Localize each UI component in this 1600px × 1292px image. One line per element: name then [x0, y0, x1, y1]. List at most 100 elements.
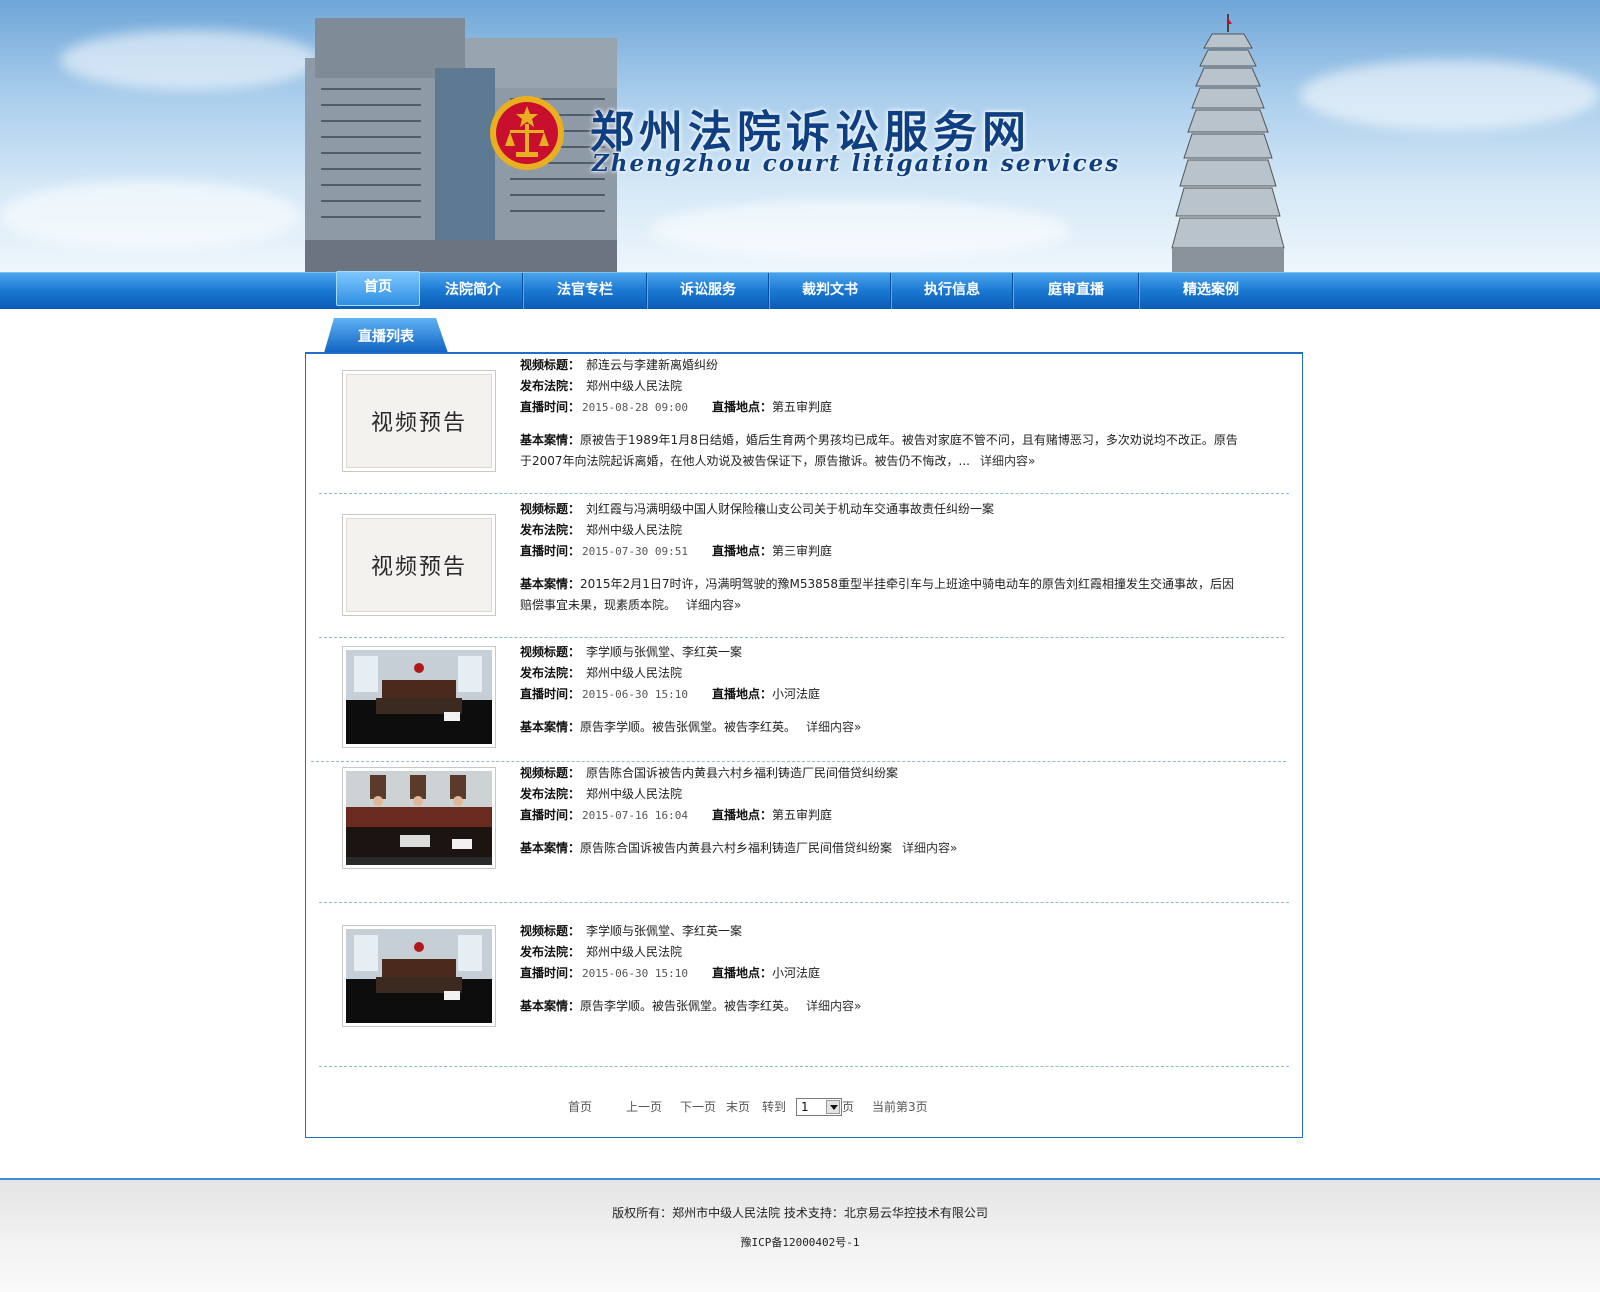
video-preview-placeholder: 视频预告 — [346, 374, 492, 468]
video-thumbnail[interactable]: 视频预告 — [342, 514, 496, 616]
footer-icp[interactable]: 豫ICP备12000402号-1 — [0, 1234, 1600, 1250]
video-thumbnail[interactable] — [342, 767, 496, 869]
page-select-value: 1 — [801, 1100, 809, 1114]
site-subtitle: Zhengzhou court litigation services — [592, 150, 1121, 177]
court-name: 郑州中级人民法院 — [586, 945, 683, 959]
summary-label: 基本案情： — [520, 999, 581, 1013]
court-label: 发布法院： — [520, 787, 581, 801]
court-building-image — [305, 18, 617, 272]
pager-goto-label: 转到 — [762, 1100, 787, 1114]
time-label: 直播时间： — [520, 544, 581, 558]
divider — [311, 761, 1286, 762]
pager-first[interactable]: 首页 — [568, 1096, 592, 1118]
courtroom-video-frame — [346, 771, 492, 865]
summary-label: 基本案情： — [520, 577, 581, 591]
court-label: 发布法院： — [520, 379, 581, 393]
live-location: 第五审判庭 — [772, 808, 833, 822]
time-label: 直播时间： — [520, 808, 581, 822]
live-list-panel: 视频预告 视频标题： 郝连云与李建新离婚纠纷 发布法院： 郑州中级人民法院 直播时间… — [305, 352, 1303, 1138]
divider — [319, 902, 1289, 903]
video-title[interactable]: 李学顺与张佩堂、李红英一案 — [586, 924, 742, 938]
video-thumbnail[interactable]: 视频预告 — [342, 370, 496, 472]
summary-label: 基本案情： — [520, 720, 581, 734]
court-label: 发布法院： — [520, 523, 581, 537]
video-title[interactable]: 原告陈合国诉被告内黄县六村乡福利铸造厂民间借贷纠纷案 — [586, 766, 898, 780]
summary-label: 基本案情： — [520, 841, 581, 855]
nav-item-judgments[interactable]: 裁判文书 — [770, 273, 891, 309]
video-title[interactable]: 李学顺与张佩堂、李红英一案 — [586, 645, 742, 659]
title-label: 视频标题： — [520, 645, 581, 659]
case-summary: 原告李学顺。被告张佩堂。被告李红英。 — [580, 999, 797, 1013]
detail-link[interactable]: 详细内容» — [980, 454, 1035, 468]
detail-link[interactable]: 详细内容» — [806, 720, 861, 734]
video-title[interactable]: 刘红霞与冯满明级中国人财保险穰山支公司关于机动车交通事故责任纠纷一案 — [586, 502, 994, 516]
location-label: 直播地点： — [711, 966, 772, 980]
time-label: 直播时间： — [520, 400, 581, 414]
live-location: 第三审判庭 — [772, 544, 833, 558]
time-label: 直播时间： — [520, 966, 581, 980]
courtroom-video-frame — [346, 929, 492, 1023]
court-emblem-icon — [490, 96, 564, 170]
live-location: 第五审判庭 — [772, 400, 833, 414]
court-label: 发布法院： — [520, 666, 581, 680]
main-nav: 首页 法院简介 法官专栏 诉讼服务 裁判文书 执行信息 庭审直播 精选案例 — [0, 271, 1600, 309]
nav-item-home[interactable]: 首页 — [336, 271, 420, 306]
tower-image — [1171, 14, 1285, 272]
pager-unit: 页 — [842, 1100, 855, 1114]
location-label: 直播地点： — [711, 808, 772, 822]
live-time: 2015-07-30 09:51 — [582, 545, 688, 558]
video-thumbnail[interactable] — [342, 646, 496, 748]
live-time: 2015-07-16 16:04 — [582, 809, 688, 822]
title-label: 视频标题： — [520, 924, 581, 938]
title-label: 视频标题： — [520, 502, 581, 516]
divider — [319, 493, 1289, 494]
case-summary: 原告陈合国诉被告内黄县六村乡福利铸造厂民间借贷纠纷案 — [580, 841, 893, 855]
case-summary: 原告李学顺。被告张佩堂。被告李红英。 — [580, 720, 797, 734]
detail-link[interactable]: 详细内容» — [806, 999, 861, 1013]
title-label: 视频标题： — [520, 766, 581, 780]
divider — [319, 1066, 1289, 1067]
location-label: 直播地点： — [711, 400, 772, 414]
section-tab: 直播列表 — [324, 318, 448, 353]
live-location: 小河法庭 — [772, 687, 821, 701]
nav-item-execution[interactable]: 执行信息 — [892, 273, 1013, 309]
chevron-down-icon[interactable] — [826, 1100, 840, 1114]
pager-last[interactable]: 末页 — [726, 1096, 750, 1118]
nav-item-judges[interactable]: 法官专栏 — [524, 273, 647, 309]
court-name: 郑州中级人民法院 — [586, 787, 683, 801]
live-location: 小河法庭 — [772, 966, 821, 980]
title-label: 视频标题： — [520, 358, 581, 372]
detail-link[interactable]: 详细内容» — [902, 841, 957, 855]
nav-item-court-intro[interactable]: 法院简介 — [424, 273, 523, 309]
time-label: 直播时间： — [520, 687, 581, 701]
section-tab-label: 直播列表 — [358, 329, 414, 345]
video-thumbnail[interactable] — [342, 925, 496, 1027]
pager-prev[interactable]: 上一页 — [626, 1096, 662, 1118]
court-name: 郑州中级人民法院 — [586, 523, 683, 537]
case-summary: 原被告于1989年1月8日结婚，婚后生育两个男孩均已成年。被告对家庭不管不问，且… — [520, 433, 1238, 468]
video-preview-placeholder: 视频预告 — [346, 518, 492, 612]
location-label: 直播地点： — [711, 544, 772, 558]
courtroom-video-frame — [346, 650, 492, 744]
nav-item-cases[interactable]: 精选案例 — [1140, 273, 1282, 309]
page-select[interactable]: 1 — [796, 1098, 842, 1116]
divider — [319, 637, 1284, 638]
footer: 版权所有：郑州市中级人民法院 技术支持：北京易云华控技术有限公司 豫ICP备12… — [0, 1178, 1600, 1292]
location-label: 直播地点： — [711, 687, 772, 701]
summary-label: 基本案情： — [520, 433, 581, 447]
footer-copyright: 版权所有：郑州市中级人民法院 技术支持：北京易云华控技术有限公司 — [612, 1206, 988, 1220]
court-label: 发布法院： — [520, 945, 581, 959]
case-summary: 2015年2月1日7时许，冯满明驾驶的豫M53858重型半挂牵引车与上班途中骑电… — [520, 577, 1234, 612]
nav-item-live-trial[interactable]: 庭审直播 — [1014, 273, 1139, 309]
pager-current: 当前第3页 — [872, 1100, 928, 1114]
video-title[interactable]: 郝连云与李建新离婚纠纷 — [586, 358, 718, 372]
pager-next[interactable]: 下一页 — [680, 1096, 716, 1118]
header-banner: 郑州法院诉讼服务网 Zhengzhou court litigation ser… — [0, 0, 1600, 272]
detail-link[interactable]: 详细内容» — [686, 598, 741, 612]
live-time: 2015-06-30 15:10 — [582, 967, 688, 980]
court-name: 郑州中级人民法院 — [586, 379, 683, 393]
court-name: 郑州中级人民法院 — [586, 666, 683, 680]
nav-item-litigation[interactable]: 诉讼服务 — [648, 273, 769, 309]
live-time: 2015-06-30 15:10 — [582, 688, 688, 701]
live-time: 2015-08-28 09:00 — [582, 401, 688, 414]
